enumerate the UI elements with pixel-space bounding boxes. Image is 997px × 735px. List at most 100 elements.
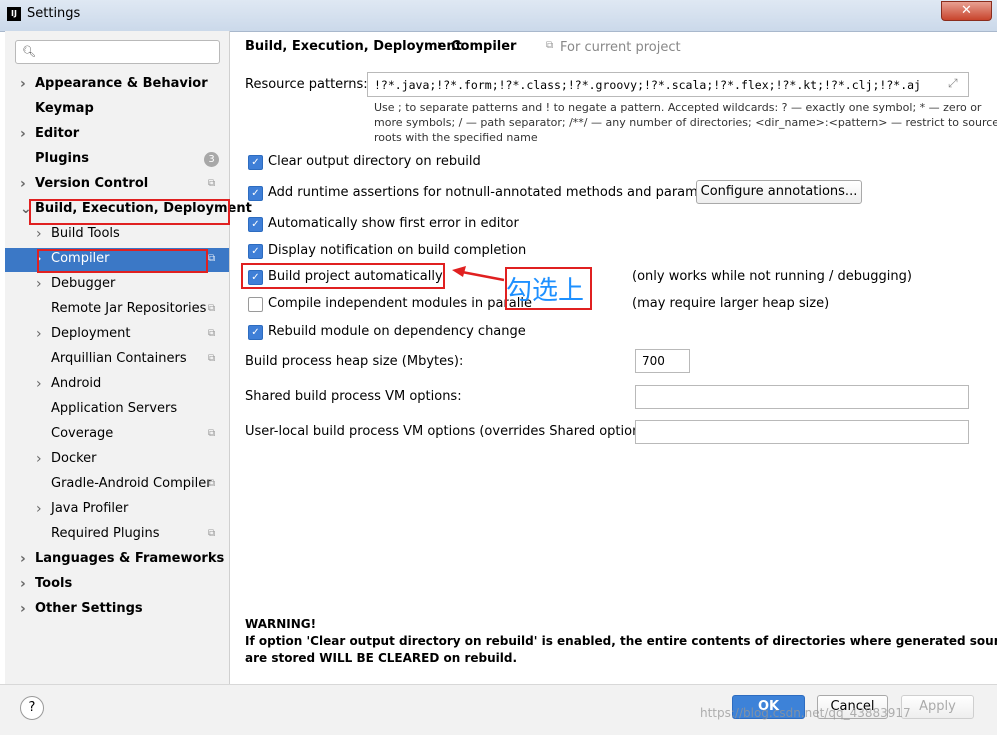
sidebar-item-label: Gradle-Android Compiler	[51, 476, 212, 491]
sidebar-item-editor[interactable]: › Editor	[20, 123, 79, 145]
breadcrumb-separator: ›	[437, 38, 443, 53]
annotation-arrow	[452, 266, 505, 282]
chevron-right-icon[interactable]: ›	[20, 598, 30, 620]
sidebar-item-gradle-android-compiler[interactable]: Gradle-Android Compiler	[51, 473, 212, 495]
highlight-box-build-auto	[241, 263, 445, 289]
warning-line1: If option 'Clear output directory on reb…	[245, 634, 997, 648]
sidebar-item-label: Plugins	[35, 151, 89, 166]
option-label[interactable]: Display notification on build completion	[268, 243, 526, 258]
chevron-right-icon[interactable]: ›	[20, 173, 30, 195]
apply-button[interactable]: Apply	[901, 695, 974, 719]
chevron-right-icon[interactable]: ›	[20, 123, 30, 145]
option-label[interactable]: Add runtime assertions for notnull-annot…	[268, 185, 731, 200]
sidebar-item-appearance-behavior[interactable]: › Appearance & Behavior	[20, 73, 208, 95]
sidebar-item-label: Build Tools	[51, 226, 120, 241]
sidebar-item-remote-jar-repositories[interactable]: Remote Jar Repositories	[51, 298, 206, 320]
project-scope-icon: ⧉	[208, 528, 216, 539]
option-label[interactable]: Automatically show first error in editor	[268, 216, 519, 231]
search-icon: 🔍︎	[22, 45, 36, 58]
sidebar-item-label: Docker	[51, 451, 97, 466]
highlight-box-bed	[29, 199, 230, 225]
sidebar-item-label: Remote Jar Repositories	[51, 301, 207, 316]
watermark: https://blog.csdn.net/qq_43883917	[700, 706, 911, 720]
project-scope-icon: ⧉	[208, 353, 216, 364]
sidebar-item-required-plugins[interactable]: Required Plugins	[51, 523, 160, 545]
user-vm-label: User-local build process VM options (ove…	[245, 424, 657, 439]
chevron-right-icon[interactable]: ›	[36, 223, 46, 245]
checkbox[interactable]: ✓	[248, 325, 263, 340]
sidebar-item-android[interactable]: › Android	[36, 373, 102, 395]
sidebar-item-label: Arquillian Containers	[51, 351, 187, 366]
sidebar-item-label: Appearance & Behavior	[35, 76, 208, 91]
sidebar-item-label: Keymap	[35, 101, 94, 116]
resource-help-line2: more symbols; / — path separator; /**/ —…	[374, 116, 997, 129]
checkbox[interactable]: ✓	[248, 186, 263, 201]
user-vm-input[interactable]	[635, 420, 969, 444]
sidebar-item-label: Debugger	[51, 276, 116, 291]
sidebar-item-keymap[interactable]: Keymap	[35, 98, 94, 120]
sidebar-item-label: Android	[51, 376, 102, 391]
option-label[interactable]: Compile independent modules in paralle	[268, 296, 532, 311]
sidebar-item-other-settings[interactable]: › Other Settings	[20, 598, 143, 620]
sidebar-item-label: Required Plugins	[51, 526, 160, 541]
chevron-right-icon[interactable]: ›	[36, 448, 46, 470]
annotation-text: 勾选上	[506, 276, 585, 306]
sidebar-item-build-tools[interactable]: › Build Tools	[36, 223, 120, 245]
plugins-update-badge: 3	[204, 152, 219, 167]
resource-help-line3: roots with the specified name	[374, 131, 538, 144]
project-scope-icon: ⧉	[208, 328, 216, 339]
chevron-right-icon[interactable]: ›	[36, 498, 46, 520]
help-button[interactable]: ?	[20, 696, 44, 720]
chevron-right-icon[interactable]: ›	[20, 73, 30, 95]
sidebar-item-plugins[interactable]: Plugins	[35, 148, 89, 170]
close-window-button[interactable]: ✕	[941, 1, 992, 21]
sidebar-item-java-profiler[interactable]: › Java Profiler	[36, 498, 129, 520]
project-scope-icon: ⧉	[208, 478, 216, 489]
configure-annotations-button[interactable]: Configure annotations...	[696, 180, 862, 204]
project-scope-icon: ⧉	[208, 253, 216, 264]
sidebar-item-label: Deployment	[51, 326, 131, 341]
sidebar-item-label: Languages & Frameworks	[35, 551, 225, 566]
option-label[interactable]: Clear output directory on rebuild	[268, 154, 481, 169]
intellij-logo-icon: IJ	[7, 7, 21, 21]
sidebar-item-label: Other Settings	[35, 601, 143, 616]
checkbox[interactable]: ✓	[248, 217, 263, 232]
window-title: Settings	[27, 6, 81, 21]
title-bar	[0, 0, 997, 32]
chevron-right-icon[interactable]: ›	[20, 548, 30, 570]
search-input[interactable]: 🔍︎	[15, 40, 220, 64]
sidebar-item-debugger[interactable]: › Debugger	[36, 273, 116, 295]
sidebar-item-label: Java Profiler	[51, 501, 129, 516]
expand-icon[interactable]: ⤢	[948, 76, 958, 91]
breadcrumb-current: Compiler	[451, 39, 517, 54]
sidebar-item-label: Version Control	[35, 176, 149, 191]
option-note: (only works while not running / debuggin…	[632, 269, 912, 284]
project-scope-icon: ⧉	[208, 428, 216, 439]
chevron-right-icon[interactable]: ›	[36, 323, 46, 345]
checkbox[interactable]: ✓	[248, 155, 263, 170]
option-label[interactable]: Rebuild module on dependency change	[268, 324, 526, 339]
sidebar-item-docker[interactable]: › Docker	[36, 448, 97, 470]
highlight-box-compiler	[37, 249, 208, 273]
sidebar-item-deployment[interactable]: › Deployment	[36, 323, 131, 345]
checkbox[interactable]	[248, 297, 263, 312]
chevron-right-icon[interactable]: ›	[20, 573, 30, 595]
sidebar-item-coverage[interactable]: Coverage	[51, 423, 113, 445]
option-note: (may require larger heap size)	[632, 296, 830, 311]
sidebar-item-arquillian-containers[interactable]: Arquillian Containers	[51, 348, 187, 370]
sidebar-item-label: Application Servers	[51, 401, 178, 416]
warning-line2: are stored WILL BE CLEARED on rebuild.	[245, 651, 518, 665]
chevron-right-icon[interactable]: ›	[36, 273, 46, 295]
chevron-right-icon[interactable]: ›	[36, 373, 46, 395]
sidebar-item-application-servers[interactable]: Application Servers	[51, 398, 177, 420]
project-scope-icon: ⧉	[208, 303, 216, 314]
sidebar-item-version-control[interactable]: › Version Control	[20, 173, 149, 195]
heap-size-input[interactable]: 700	[635, 349, 690, 373]
sidebar-item-languages-frameworks[interactable]: › Languages & Frameworks	[20, 548, 225, 570]
sidebar-item-label: Tools	[35, 576, 73, 591]
scope-label: For current project	[560, 40, 681, 55]
resource-patterns-input[interactable]: !?*.java;!?*.form;!?*.class;!?*.groovy;!…	[367, 72, 969, 97]
checkbox[interactable]: ✓	[248, 244, 263, 259]
shared-vm-input[interactable]	[635, 385, 969, 409]
sidebar-item-tools[interactable]: › Tools	[20, 573, 73, 595]
